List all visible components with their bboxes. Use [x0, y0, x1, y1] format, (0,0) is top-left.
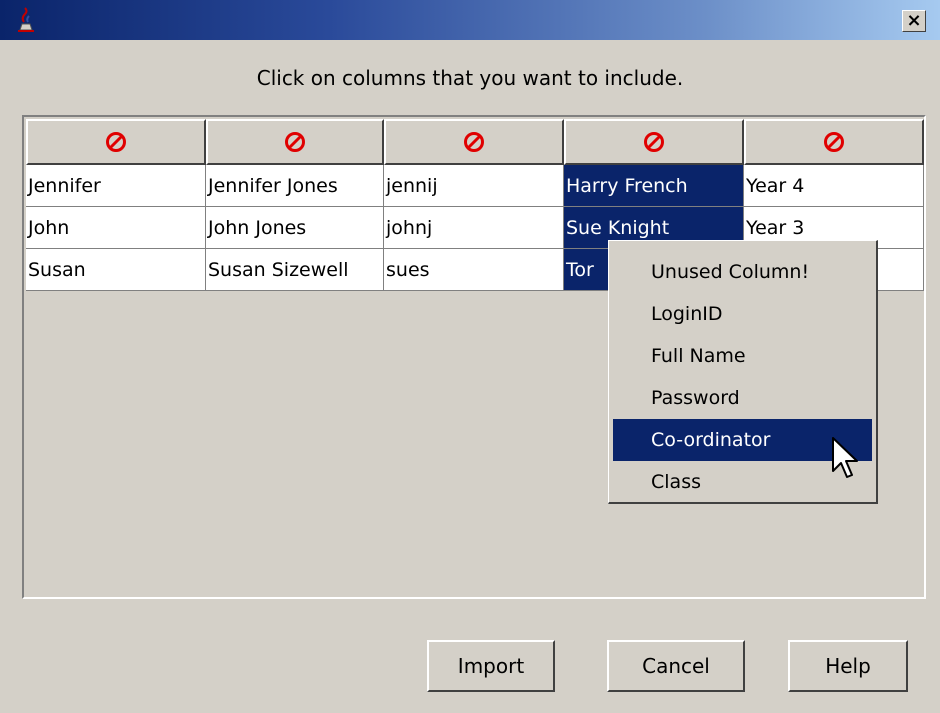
table-cell[interactable]: John — [26, 207, 206, 249]
menu-item-unused-column[interactable]: Unused Column! — [613, 251, 872, 293]
table-cell-selected[interactable]: Harry French — [564, 165, 744, 207]
column-header[interactable] — [564, 119, 744, 165]
table-cell[interactable]: johnj — [384, 207, 564, 249]
help-button[interactable]: Help — [788, 640, 908, 692]
column-header[interactable] — [384, 119, 564, 165]
close-icon: × — [906, 10, 922, 31]
instruction-text: Click on columns that you want to includ… — [256, 66, 684, 90]
table-cell[interactable]: John Jones — [206, 207, 384, 249]
prohibited-icon — [106, 132, 126, 152]
import-button[interactable]: Import — [427, 640, 555, 692]
menu-item-loginid[interactable]: LoginID — [613, 293, 872, 335]
prohibited-icon — [285, 132, 305, 152]
cancel-button[interactable]: Cancel — [607, 640, 745, 692]
column-header-row — [26, 119, 924, 165]
title-bar: × — [0, 0, 940, 40]
prohibited-icon — [644, 132, 664, 152]
close-button[interactable]: × — [902, 10, 926, 32]
column-header[interactable] — [744, 119, 924, 165]
column-header[interactable] — [26, 119, 206, 165]
table-cell[interactable]: Jennifer Jones — [206, 165, 384, 207]
column-header[interactable] — [206, 119, 384, 165]
table-cell[interactable]: Jennifer — [26, 165, 206, 207]
java-coffee-icon — [18, 7, 34, 32]
table-row: Jennifer Jennifer Jones jennij Harry Fre… — [26, 165, 924, 207]
table-cell[interactable]: Susan Sizewell — [206, 249, 384, 291]
prohibited-icon — [824, 132, 844, 152]
menu-item-password[interactable]: Password — [613, 377, 872, 419]
prohibited-icon — [464, 132, 484, 152]
table-cell[interactable]: Year 4 — [744, 165, 924, 207]
mouse-pointer-icon — [832, 437, 858, 478]
table-cell[interactable]: sues — [384, 249, 564, 291]
table-cell[interactable]: jennij — [384, 165, 564, 207]
table-cell[interactable]: Susan — [26, 249, 206, 291]
menu-item-full-name[interactable]: Full Name — [613, 335, 872, 377]
